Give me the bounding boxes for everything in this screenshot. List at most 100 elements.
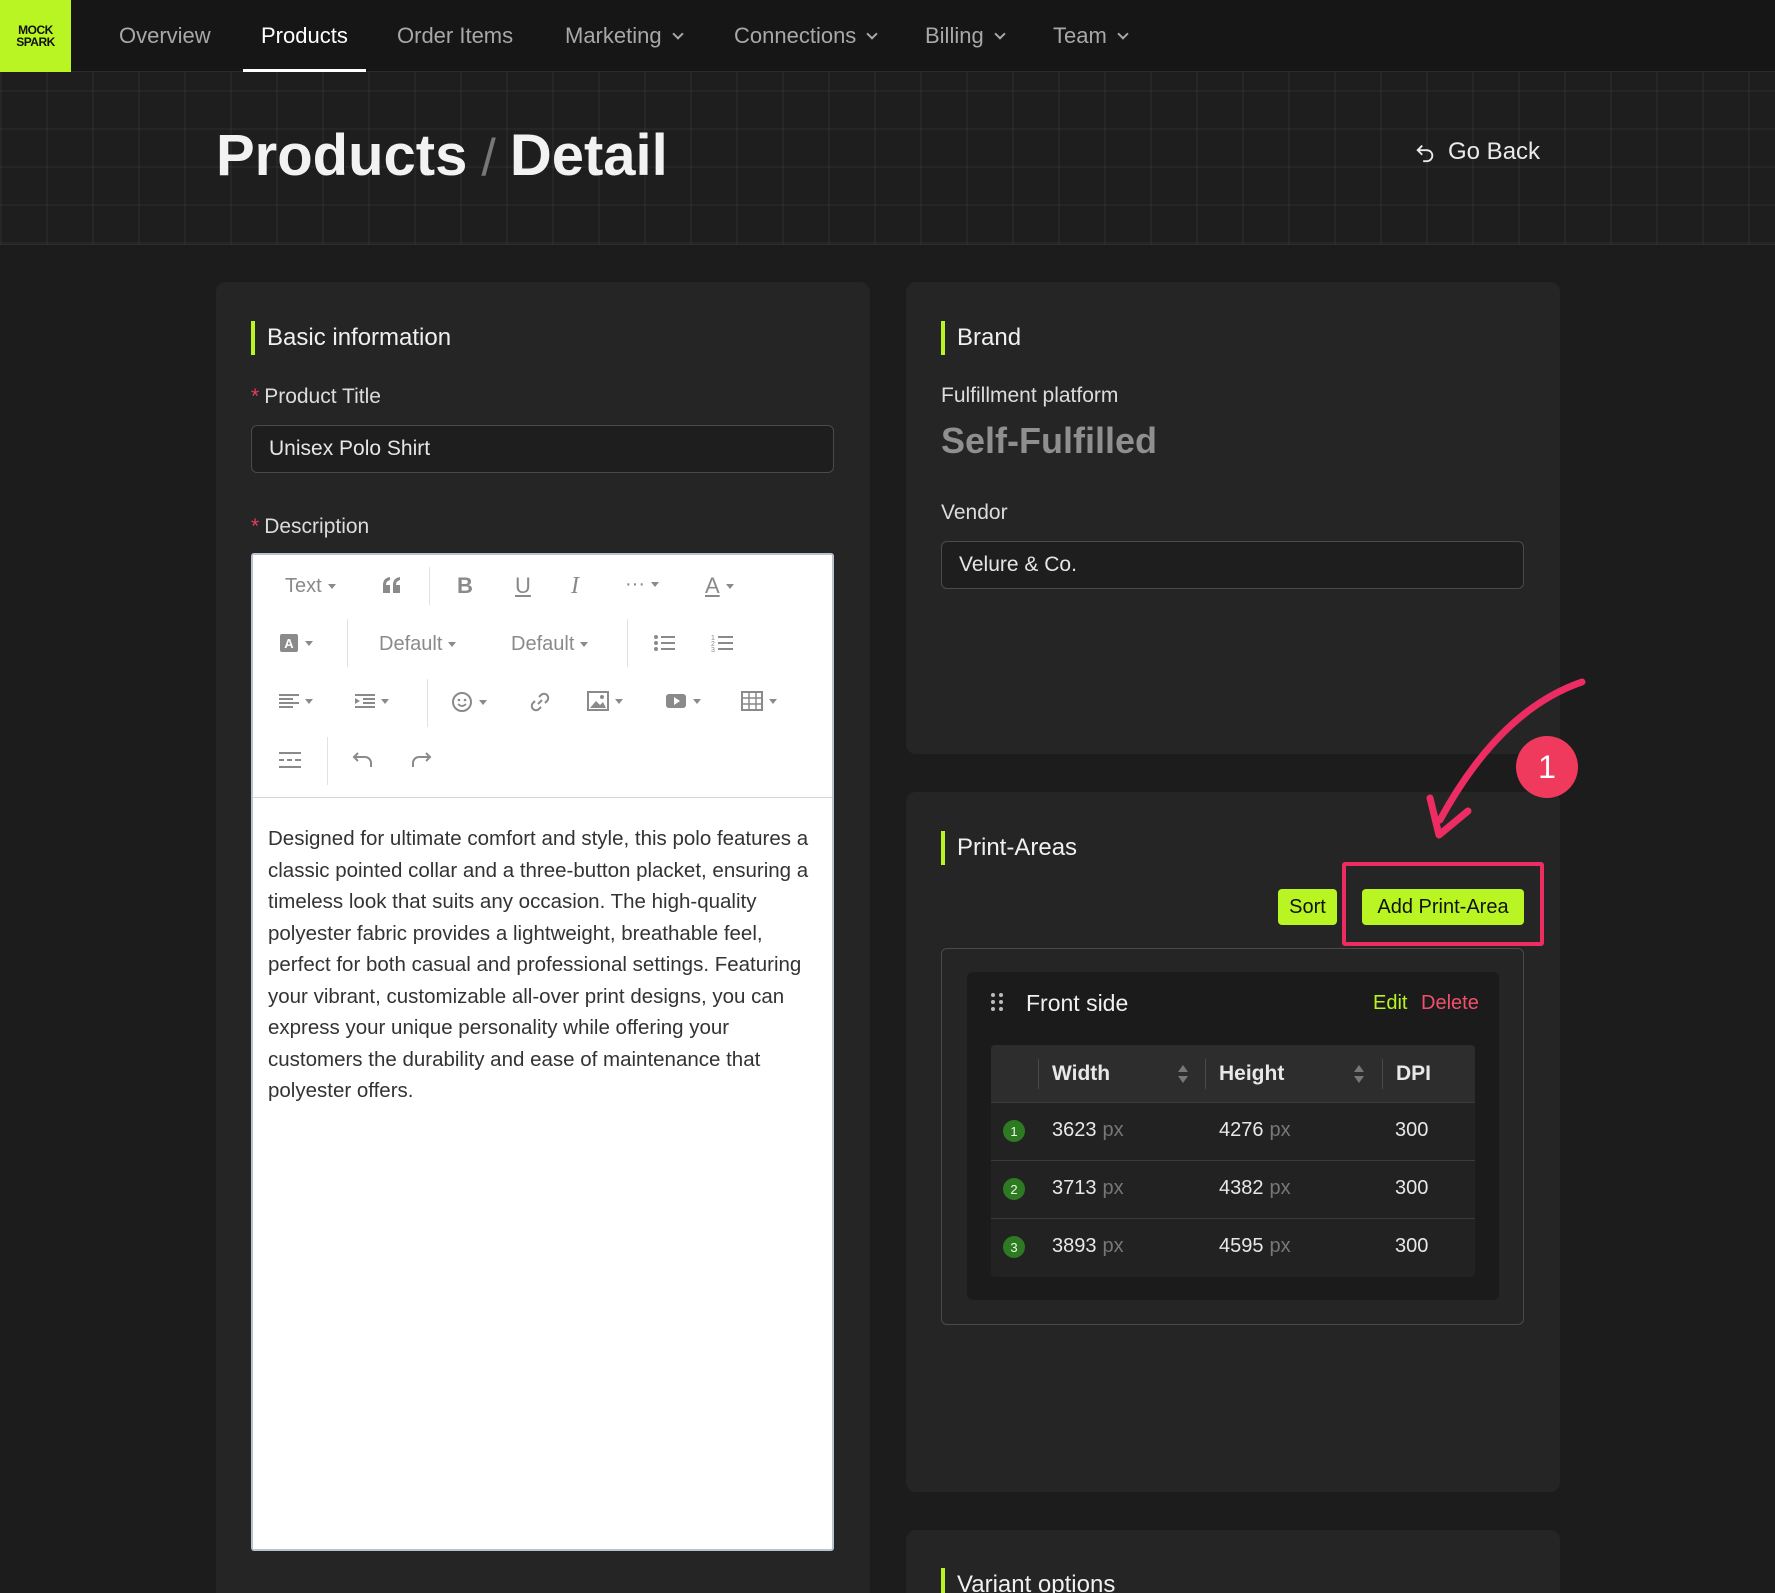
column-header-width[interactable]: Width [1052,1045,1110,1103]
chevron-down-icon [994,28,1006,40]
column-header-height[interactable]: Height [1219,1045,1284,1103]
chevron-down-icon [1117,28,1129,40]
sort-button[interactable]: Sort [1278,889,1337,925]
dpi-value: 300 [1395,1177,1429,1199]
table-row: 2 3713 px 4382 px 300 [991,1161,1475,1219]
table-icon[interactable] [741,691,777,711]
svg-text:A: A [284,636,294,651]
bullet-list-icon[interactable] [653,633,675,653]
required-mark: * [251,385,260,408]
unit-label: px [1102,1119,1124,1141]
row-number: 2 [1003,1178,1025,1200]
bold-icon[interactable]: B [457,573,473,599]
more-formatting-dropdown[interactable]: ··· [625,573,659,596]
description-text[interactable]: Designed for ultimate comfort and style,… [268,823,823,1107]
link-icon[interactable] [529,691,551,713]
breadcrumb-parent[interactable]: Products [216,122,467,189]
image-icon[interactable] [587,691,623,711]
print-areas-title: Print-Areas [941,831,1077,865]
font-family-label: Default [379,633,443,655]
height-value: 4595 [1219,1235,1264,1257]
italic-icon[interactable]: I [571,573,579,600]
align-icon[interactable] [279,693,313,709]
description-label-text: Description [264,515,370,538]
go-back-button[interactable]: Go Back [1414,138,1540,166]
annotation-step-badge: 1 [1516,736,1578,798]
page-header-banner: Products / Detail Go Back [0,72,1775,245]
required-mark: * [251,515,260,538]
nav-products[interactable]: Products [243,0,366,72]
font-family-dropdown[interactable]: Default [379,633,457,656]
unit-label: px [1269,1177,1291,1199]
editor-toolbar: Text B U I ··· A A Default Default 123 [253,555,832,798]
emoji-icon[interactable] [451,691,487,713]
go-back-label: Go Back [1448,138,1541,165]
text-style-label: Text [285,575,322,597]
undo-icon[interactable] [351,749,375,771]
font-size-label: Default [511,633,575,655]
nav-billing-label: Billing [925,23,984,48]
edit-print-area-link[interactable]: Edit [1373,992,1407,1015]
redo-icon[interactable] [409,749,433,771]
drag-handle-icon[interactable] [990,992,1004,1012]
text-style-dropdown[interactable]: Text [285,575,336,598]
video-icon[interactable] [665,691,701,711]
vendor-value: Velure & Co. [959,553,1077,576]
print-area-size-table: Width Height DPI 1 3623 px 4276 px 300 2 3… [991,1045,1475,1277]
dpi-value: 300 [1395,1235,1429,1257]
undo-arrow-icon [1416,144,1434,163]
breadcrumb-separator: / [481,129,496,187]
horizontal-rule-icon[interactable] [279,751,301,769]
width-value: 3623 [1052,1119,1097,1141]
nav-billing[interactable]: Billing [925,0,1006,72]
underline-icon[interactable]: U [515,573,531,599]
vendor-input[interactable]: Velure & Co. [941,541,1524,589]
table-row: 3 3893 px 4595 px 300 [991,1219,1475,1277]
breadcrumb-current: Detail [509,123,668,188]
variant-options-title: Variant options [941,1568,1115,1593]
highlight-color-icon[interactable]: A [279,633,313,653]
description-editor[interactable]: Text B U I ··· A A Default Default 123 D… [251,553,834,1551]
annotation-highlight-box [1342,862,1544,946]
product-title-label: * Product Title [251,385,381,409]
svg-text:3: 3 [711,647,715,653]
numbered-list-icon[interactable]: 123 [711,633,733,653]
nav-order-items-label: Order Items [397,23,514,48]
row-number: 1 [1003,1120,1025,1142]
breadcrumb: Products / Detail [216,122,668,189]
product-title-value: Unisex Polo Shirt [269,437,431,460]
nav-connections-label: Connections [734,23,857,48]
mockspark-logo[interactable]: MOCK SPARK [0,0,71,72]
font-size-dropdown[interactable]: Default [511,633,589,656]
width-value: 3893 [1052,1235,1097,1257]
font-color-icon[interactable]: A [705,573,734,599]
nav-overview[interactable]: Overview [119,0,211,72]
unit-label: px [1269,1235,1291,1257]
top-navbar: MOCK SPARK Overview Products Order Items… [0,0,1775,72]
dpi-value: 300 [1395,1119,1429,1141]
delete-print-area-link[interactable]: Delete [1421,992,1479,1015]
nav-connections[interactable]: Connections [734,0,878,72]
height-value: 4382 [1219,1177,1264,1199]
unit-label: px [1269,1119,1291,1141]
nav-overview-label: Overview [119,23,211,48]
table-row: 1 3623 px 4276 px 300 [991,1103,1475,1161]
chevron-down-icon [866,28,878,40]
product-title-label-text: Product Title [264,385,381,408]
sort-icon[interactable] [1177,1063,1189,1085]
nav-marketing[interactable]: Marketing [565,0,684,72]
chevron-down-icon [671,28,684,40]
nav-team[interactable]: Team [1053,0,1129,72]
indent-icon[interactable] [355,693,389,709]
unit-label: px [1102,1235,1124,1257]
basic-information-title: Basic information [251,321,451,355]
vendor-label: Vendor [941,501,1008,524]
quote-icon[interactable] [381,575,403,595]
nav-order-items[interactable]: Order Items [397,0,513,72]
sort-icon[interactable] [1353,1063,1365,1085]
more-formatting-label: ··· [625,573,645,595]
product-title-input[interactable]: Unisex Polo Shirt [251,425,834,473]
nav-products-label: Products [261,23,348,48]
unit-label: px [1102,1177,1124,1199]
nav-team-label: Team [1053,23,1107,48]
